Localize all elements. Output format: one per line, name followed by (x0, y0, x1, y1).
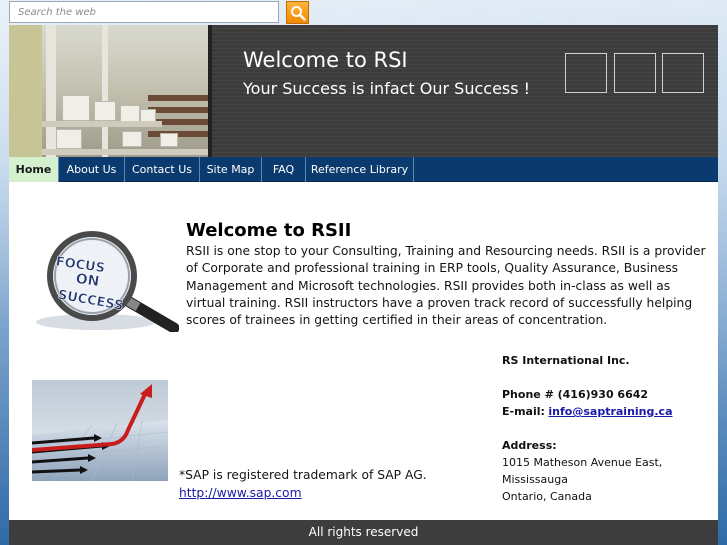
site-footer: All rights reserved (9, 520, 718, 545)
email-label: E-mail: (502, 405, 545, 418)
site-header: Welcome to RSI Your Success is infact Ou… (9, 25, 718, 157)
header-accent-stripe (9, 25, 42, 157)
main-content: FOCUS ON SUCCESS Welcome to RSII RSII is… (9, 182, 718, 520)
magnifier-icon (291, 6, 306, 21)
nav-faq[interactable]: FAQ (262, 157, 306, 182)
header-decor-box (662, 53, 704, 93)
growth-arrow-image (32, 380, 168, 481)
address-line: 1015 Matheson Avenue East, (502, 456, 663, 469)
computer-lab-photo (42, 25, 208, 157)
contact-info: RS International Inc. Phone # (416)930 6… (502, 352, 673, 505)
nav-site-map[interactable]: Site Map (200, 157, 262, 182)
header-decor-box (614, 53, 656, 93)
address-line: Mississauga (502, 473, 568, 486)
address-line: Ontario, Canada (502, 490, 592, 503)
header-decor-box (565, 53, 607, 93)
nav-contact-us[interactable]: Contact Us (125, 157, 200, 182)
email-row: E-mail: info@saptraining.ca (502, 403, 673, 420)
search-button[interactable] (286, 1, 309, 24)
nav-reference-library[interactable]: Reference Library (306, 157, 414, 182)
search-input[interactable] (9, 1, 279, 23)
phone-number: Phone # (416)930 6642 (502, 388, 649, 401)
on-text: ON (75, 271, 101, 290)
intro-text: RSII is one stop to your Consulting, Tra… (186, 244, 706, 328)
company-name: RS International Inc. (502, 354, 630, 367)
nav-home[interactable]: Home (9, 157, 59, 182)
focus-on-success-image: FOCUS ON SUCCESS (36, 231, 179, 332)
search-bar (9, 0, 309, 24)
sap-trademark-note: *SAP is registered trademark of SAP AG. (179, 468, 427, 482)
intro-paragraph: RSII is one stop to your Consulting, Tra… (186, 243, 706, 329)
address-label: Address: (502, 439, 557, 452)
sap-website-link[interactable]: http://www.sap.com (179, 486, 302, 500)
nav-about-us[interactable]: About Us (59, 157, 125, 182)
email-link[interactable]: info@saptraining.ca (548, 405, 672, 418)
main-nav: Home About Us Contact Us Site Map FAQ Re… (9, 157, 718, 182)
page-title: Welcome to RSII (186, 220, 352, 241)
site-tagline: Your Success is infact Our Success ! (243, 79, 531, 98)
site-title: Welcome to RSI (243, 48, 408, 72)
